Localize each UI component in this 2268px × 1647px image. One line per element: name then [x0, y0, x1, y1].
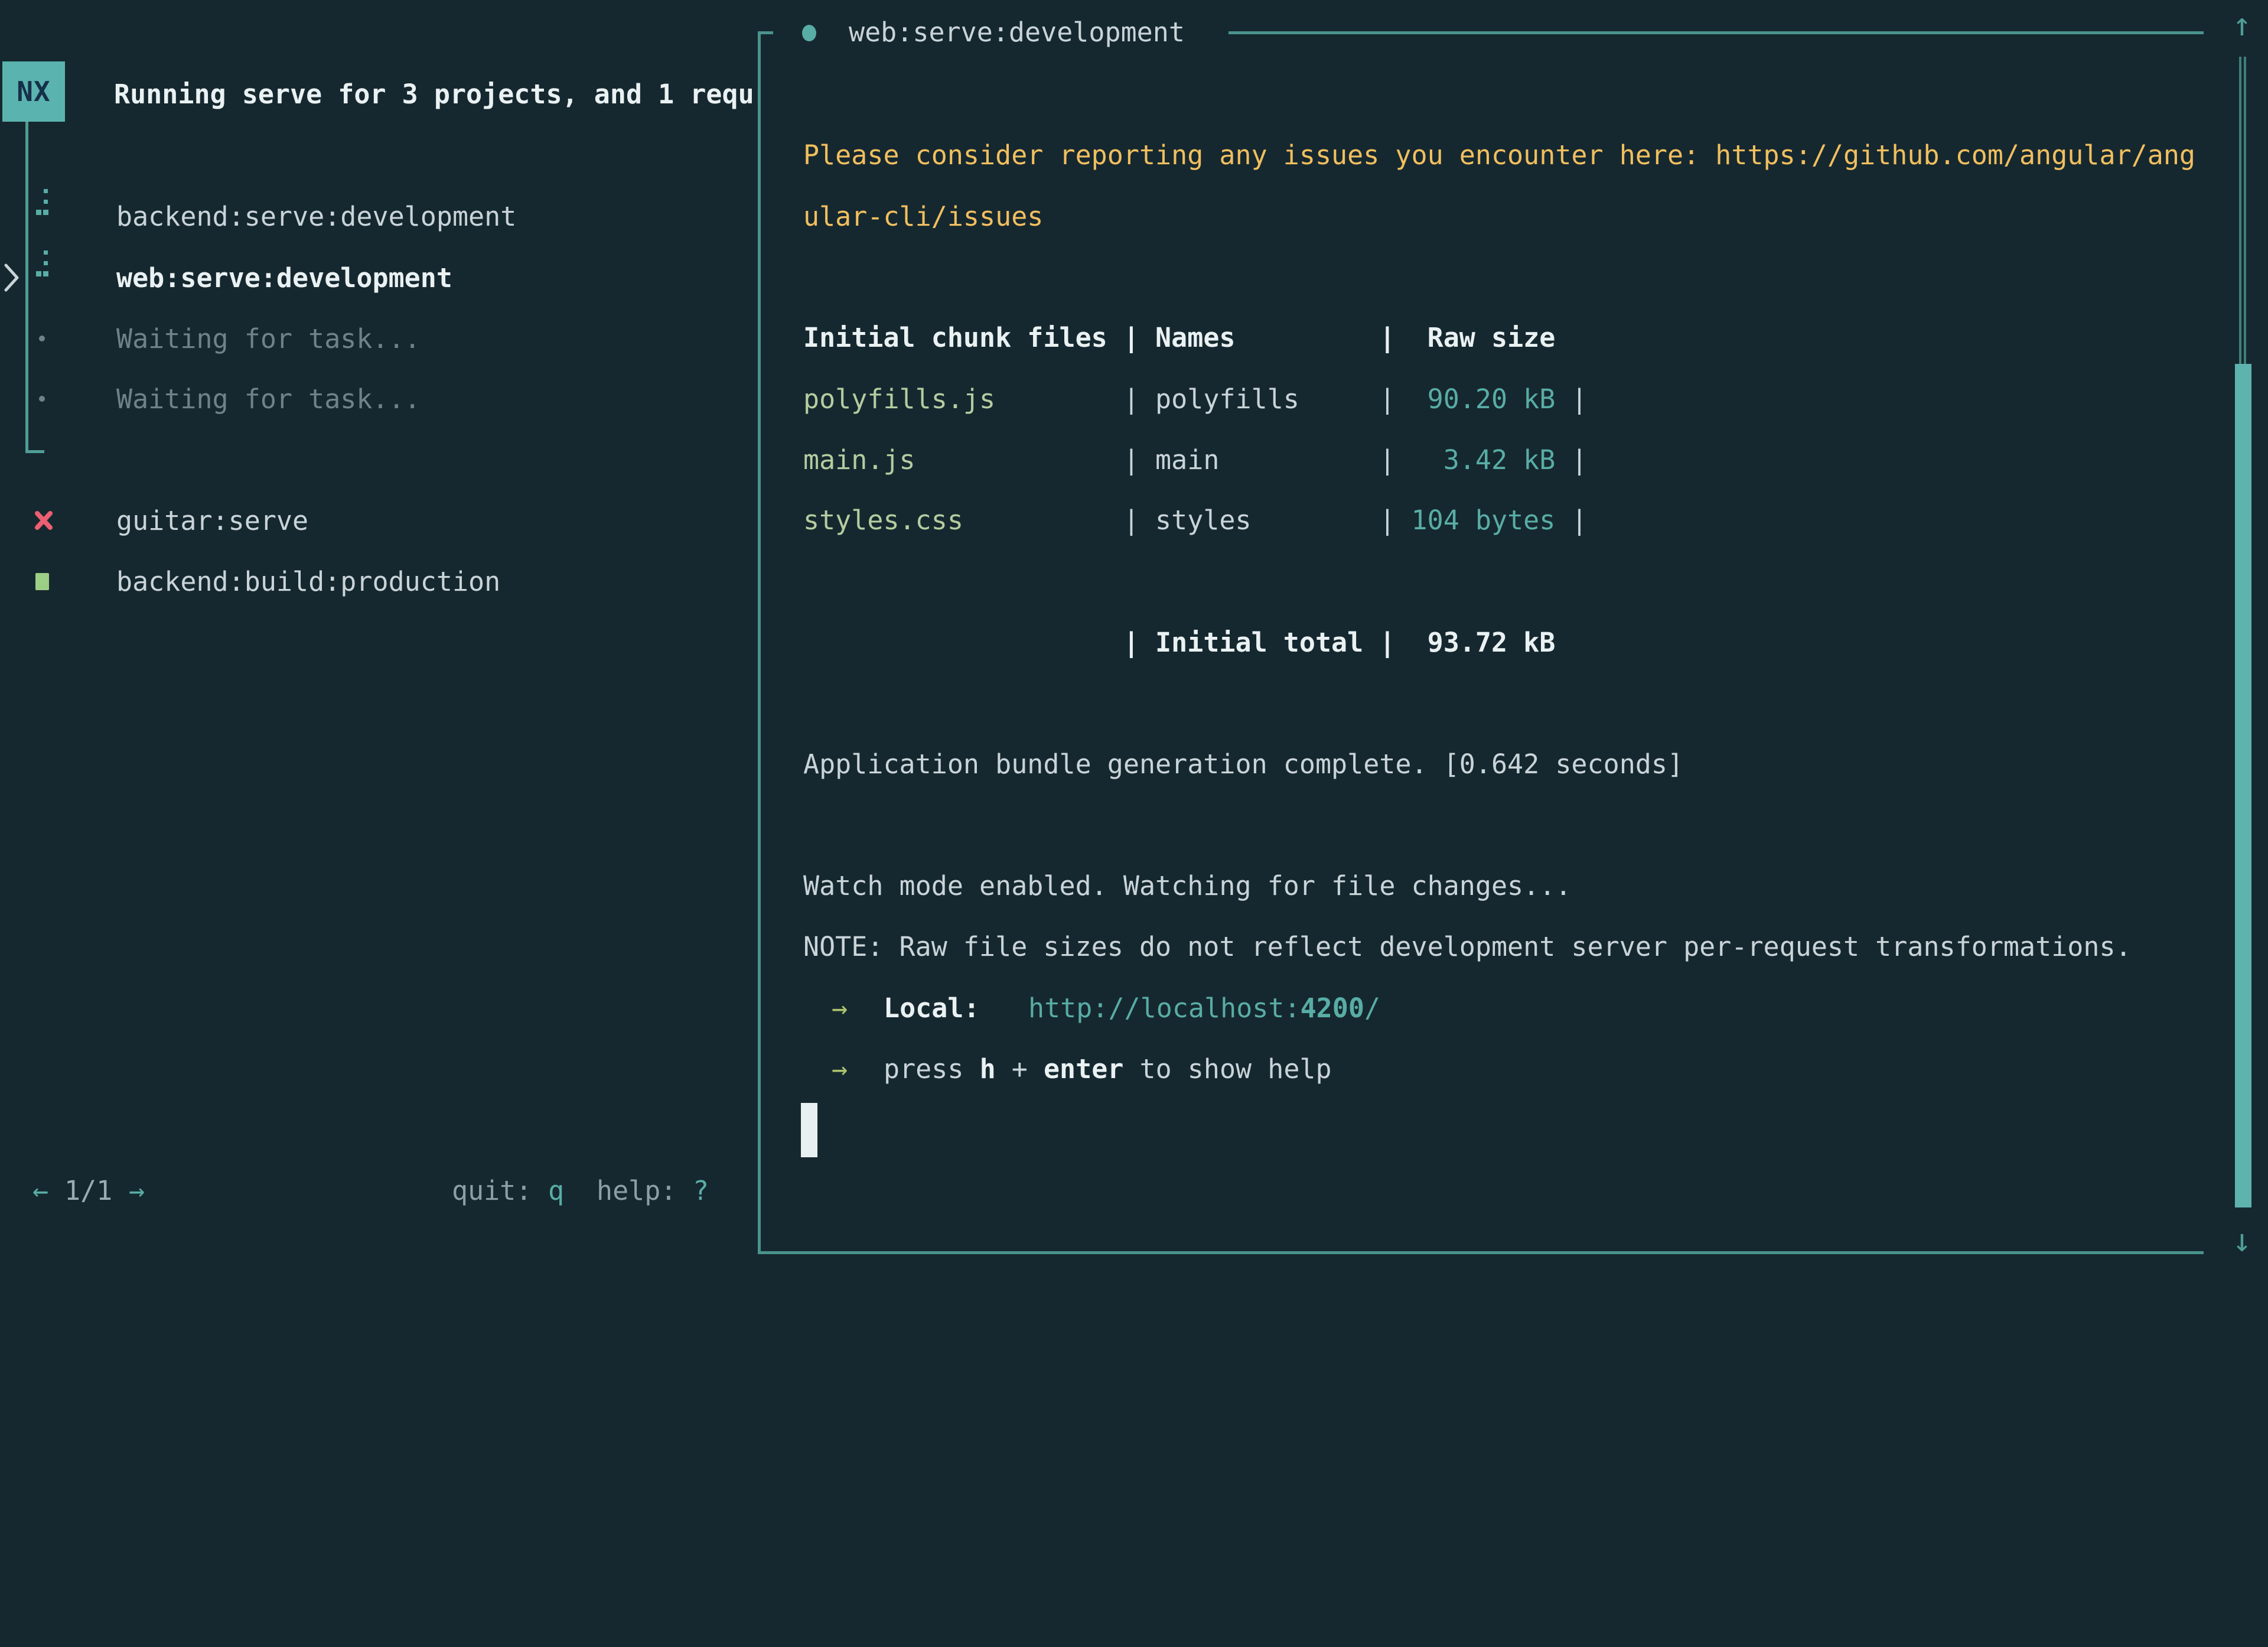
selected-caret-icon — [1, 260, 22, 295]
running-status-dot-icon — [802, 25, 816, 41]
nx-terminal-app: { "app": { "brand": "NX", "heading": "Ru… — [0, 0, 2268, 1276]
chunk-size-cell: 3.42 kB — [1395, 444, 1571, 476]
column-separator: | — [1379, 504, 1395, 536]
spinner-icon — [35, 249, 50, 278]
task-row[interactable]: backend:serve:development — [0, 186, 780, 247]
scrollbar-track[interactable] — [2239, 57, 2246, 364]
hint-key-enter: enter — [1044, 1053, 1123, 1085]
chunk-size-cell: 90.20 kB — [1395, 383, 1571, 415]
note-line: NOTE: Raw file sizes do not reflect deve… — [803, 916, 2132, 977]
pager-bar: ← 1/1 → quit: q help: ? — [0, 1160, 780, 1221]
chunk-size-cell: 104 bytes — [1395, 504, 1571, 536]
task-row[interactable]: guitar:serve — [0, 490, 780, 551]
success-square-icon — [35, 573, 49, 590]
terminal-cursor — [801, 1103, 817, 1157]
shortcut-quit-key: q — [548, 1160, 564, 1221]
task-label: backend:serve:development — [116, 186, 516, 247]
pager-prev-icon[interactable]: ← — [32, 1160, 48, 1221]
waiting-dot-icon — [39, 336, 45, 341]
task-label: Waiting for task... — [116, 308, 421, 369]
column-separator: | — [1379, 383, 1395, 415]
task-row-selected[interactable]: web:serve:development — [0, 248, 780, 308]
chunk-file-cell: styles.css — [803, 504, 1123, 536]
failed-x-icon — [33, 509, 54, 532]
scrollbar-down-icon[interactable]: ↓ — [2224, 1210, 2260, 1271]
url-prefix: http://localhost: — [1028, 992, 1301, 1024]
hint-t2: + — [996, 1053, 1044, 1085]
task-label: backend:build:production — [116, 551, 500, 612]
prompt-arrow-icon: → — [832, 978, 848, 1039]
header-file-cell: Initial chunk files — [803, 322, 1123, 353]
watch-mode-line: Watch mode enabled. Watching for file ch… — [803, 855, 1571, 916]
waiting-dot-icon — [39, 396, 45, 402]
chunk-table-total-row: | Initial total | 93.72 kB — [803, 612, 1555, 673]
panel-title: web:serve:development — [849, 2, 1185, 63]
total-size-cell: 93.72 kB — [1395, 627, 1555, 658]
column-separator: | — [1123, 627, 1139, 658]
shortcut-help-key: ? — [693, 1160, 709, 1221]
column-separator: | — [1123, 504, 1139, 536]
scrollbar-up-icon[interactable]: ↑ — [2224, 0, 2260, 55]
task-row[interactable]: backend:build:production — [0, 551, 780, 612]
pager-next-icon[interactable]: → — [129, 1160, 145, 1221]
chunk-file-cell: polyfills.js — [803, 383, 1123, 415]
column-separator: | — [1379, 444, 1395, 476]
column-separator: | — [1379, 322, 1395, 353]
column-separator: | — [1379, 627, 1395, 658]
pager-page-indicator: 1/1 — [64, 1160, 112, 1221]
chunk-name-cell: styles — [1139, 504, 1379, 536]
shortcut-help-label: help: — [597, 1160, 676, 1221]
chunk-table-row: polyfills.js | polyfills | 90.20 kB | — [803, 369, 1588, 429]
notice-line-2[interactable]: ular-cli/issues — [803, 186, 1043, 247]
chunk-file-cell: main.js — [803, 444, 1123, 476]
task-row[interactable]: Waiting for task... — [0, 369, 780, 429]
task-label: Waiting for task... — [116, 369, 421, 429]
url-port: 4200 — [1301, 992, 1364, 1024]
shortcut-quit-label: quit: — [452, 1160, 532, 1221]
column-separator: | — [1123, 322, 1139, 353]
scrollbar-thumb[interactable] — [2235, 364, 2251, 1207]
panel-border-bottom — [758, 1251, 2204, 1254]
header-name-cell: Names — [1139, 322, 1379, 353]
panel-border-top-stub — [758, 31, 773, 34]
column-separator: | — [1571, 383, 1587, 415]
panel-border-top-line — [1228, 31, 2204, 34]
total-empty-cell — [803, 627, 1123, 658]
task-label: web:serve:development — [116, 248, 452, 308]
chunk-name-cell: polyfills — [1139, 383, 1379, 415]
column-separator: | — [1123, 383, 1139, 415]
bundle-complete-line: Application bundle generation complete. … — [803, 734, 1683, 795]
total-label-cell: Initial total — [1139, 627, 1379, 658]
task-row[interactable]: Waiting for task... — [0, 308, 780, 369]
notice-line-1: Please consider reporting any issues you… — [803, 125, 2195, 185]
url-suffix: / — [1364, 992, 1380, 1024]
spinner-icon — [35, 187, 50, 217]
column-separator: | — [1123, 444, 1139, 476]
hint-t3: to show help — [1123, 1053, 1331, 1085]
column-separator: | — [1571, 444, 1587, 476]
nx-logo: NX — [2, 61, 65, 122]
column-separator: | — [1571, 504, 1587, 536]
chunk-name-cell: main — [1139, 444, 1379, 476]
hint-key-h: h — [980, 1053, 996, 1085]
prompt-arrow-icon: → — [832, 1039, 848, 1099]
local-url-link[interactable]: http://localhost:4200/ — [1028, 978, 1380, 1039]
help-hint-row: → press h + enter to show help — [0, 1039, 2268, 1099]
header-size-cell: Raw size — [1395, 322, 1555, 353]
chunk-table-row: main.js | main | 3.42 kB | — [803, 429, 1588, 490]
local-url-row: → Local: http://localhost:4200/ — [0, 978, 2268, 1039]
app-heading: Running serve for 3 projects, and 1 requ — [114, 64, 774, 125]
local-label: Local: — [884, 978, 980, 1039]
chunk-table-header: Initial chunk files | Names | Raw size — [803, 307, 1555, 368]
task-label: guitar:serve — [116, 490, 308, 551]
chunk-table-row: styles.css | styles | 104 bytes | — [803, 490, 1588, 551]
hint-t1: press — [884, 1053, 980, 1085]
help-hint-text: press h + enter to show help — [884, 1039, 1332, 1099]
